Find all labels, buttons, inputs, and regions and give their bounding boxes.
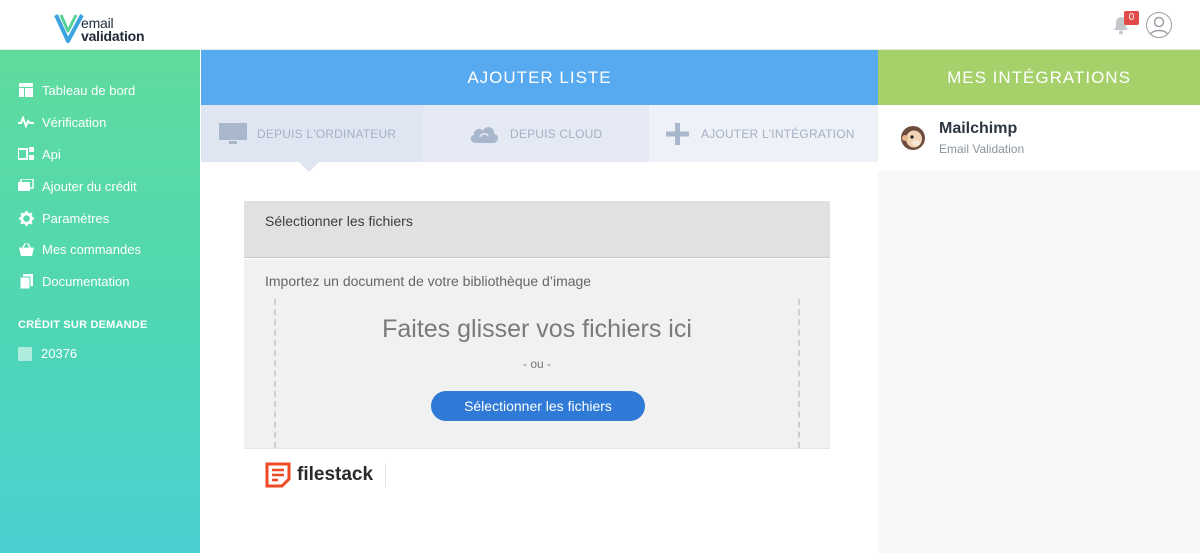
tab-label: DEPUIS CLOUD (510, 126, 603, 141)
active-tab-caret (299, 162, 319, 172)
sidebar: Tableau de bord Vérification Api Ajouter… (0, 50, 200, 553)
logo-line-2: validation (81, 28, 145, 44)
picker-header: Sélectionner les fichiers (244, 201, 830, 258)
credit-value: 20376 (41, 346, 78, 361)
drop-zone[interactable]: Faites glisser vos fichiers ici - ou - S… (274, 299, 800, 448)
drop-zone-or: - ou - (522, 357, 551, 371)
integrations-title: MES INTÉGRATIONS (878, 50, 1200, 105)
integration-name: Mailchimp (939, 120, 1018, 137)
tab-add-integration[interactable]: AJOUTER L'INTÉGRATION (649, 105, 878, 162)
sidebar-item-orders[interactable]: Mes commandes (18, 239, 141, 259)
filestack-logo-icon (265, 462, 291, 488)
sidebar-item-settings[interactable]: Paramètres (18, 208, 109, 228)
integration-subtitle: Email Validation (939, 142, 1025, 156)
filestack-brand: filestack (297, 464, 374, 485)
file-picker: Sélectionner les fichiers Importez un do… (244, 201, 830, 505)
sidebar-item-dashboard[interactable]: Tableau de bord (18, 80, 135, 100)
sidebar-item-verification[interactable]: Vérification (18, 112, 106, 132)
sidebar-item-label: Vérification (42, 114, 107, 130)
dashboard-icon (18, 82, 34, 98)
picker-body: Importez un document de votre bibliothèq… (244, 259, 830, 448)
document-icon (18, 273, 34, 289)
monitor-icon (219, 122, 247, 145)
integration-item-mailchimp[interactable]: Mailchimp Email Validation (878, 105, 1200, 171)
sidebar-item-label: Tableau de bord (42, 82, 136, 98)
sidebar-item-label: Api (42, 146, 61, 162)
notification-badge: 0 (1124, 11, 1139, 25)
tab-from-computer[interactable]: DEPUIS L'ORDINATEUR (201, 105, 423, 162)
activity-icon (18, 114, 34, 130)
footer-divider (385, 463, 386, 487)
app-logo[interactable]: email validation (54, 13, 154, 45)
credit-balance: 20376 (18, 346, 77, 361)
picker-hint: Importez un document de votre bibliothèq… (265, 273, 592, 289)
gear-icon (18, 210, 34, 226)
cloud-icon (468, 124, 500, 144)
logo-wordmark: email validation (81, 16, 145, 44)
page-title: AJOUTER LISTE (201, 50, 878, 105)
api-icon (18, 146, 34, 162)
tab-label: AJOUTER L'INTÉGRATION (701, 126, 855, 141)
picker-footer: filestack (244, 448, 830, 505)
drop-zone-title: Faites glisser vos fichiers ici (382, 315, 692, 343)
sidebar-item-documentation[interactable]: Documentation (18, 271, 129, 291)
user-icon (1149, 16, 1169, 36)
credit-section-label: CRÉDIT SUR DEMANDE (18, 319, 148, 331)
tab-label: DEPUIS L'ORDINATEUR (257, 126, 397, 141)
mailchimp-icon (901, 126, 925, 150)
sidebar-item-api[interactable]: Api (18, 144, 61, 164)
credit-card-icon (18, 178, 34, 194)
basket-icon (18, 241, 34, 257)
source-tabs: DEPUIS L'ORDINATEUR DEPUIS CLOUD AJOUTER… (201, 105, 878, 162)
tab-from-cloud[interactable]: DEPUIS CLOUD (423, 105, 649, 162)
credit-square-icon (18, 346, 32, 361)
top-bar: email validation 0 (0, 0, 1200, 50)
sidebar-item-label: Ajouter du crédit (42, 178, 137, 194)
sidebar-item-label: Mes commandes (42, 241, 141, 257)
select-files-button[interactable]: Sélectionner les fichiers (431, 391, 645, 421)
plus-icon (665, 122, 691, 145)
user-avatar[interactable] (1146, 12, 1172, 38)
integrations-panel (878, 105, 1200, 553)
logo-v-icon (54, 14, 84, 43)
sidebar-item-add-credit[interactable]: Ajouter du crédit (18, 176, 137, 196)
sidebar-item-label: Documentation (42, 273, 130, 289)
sidebar-item-label: Paramètres (42, 210, 110, 226)
